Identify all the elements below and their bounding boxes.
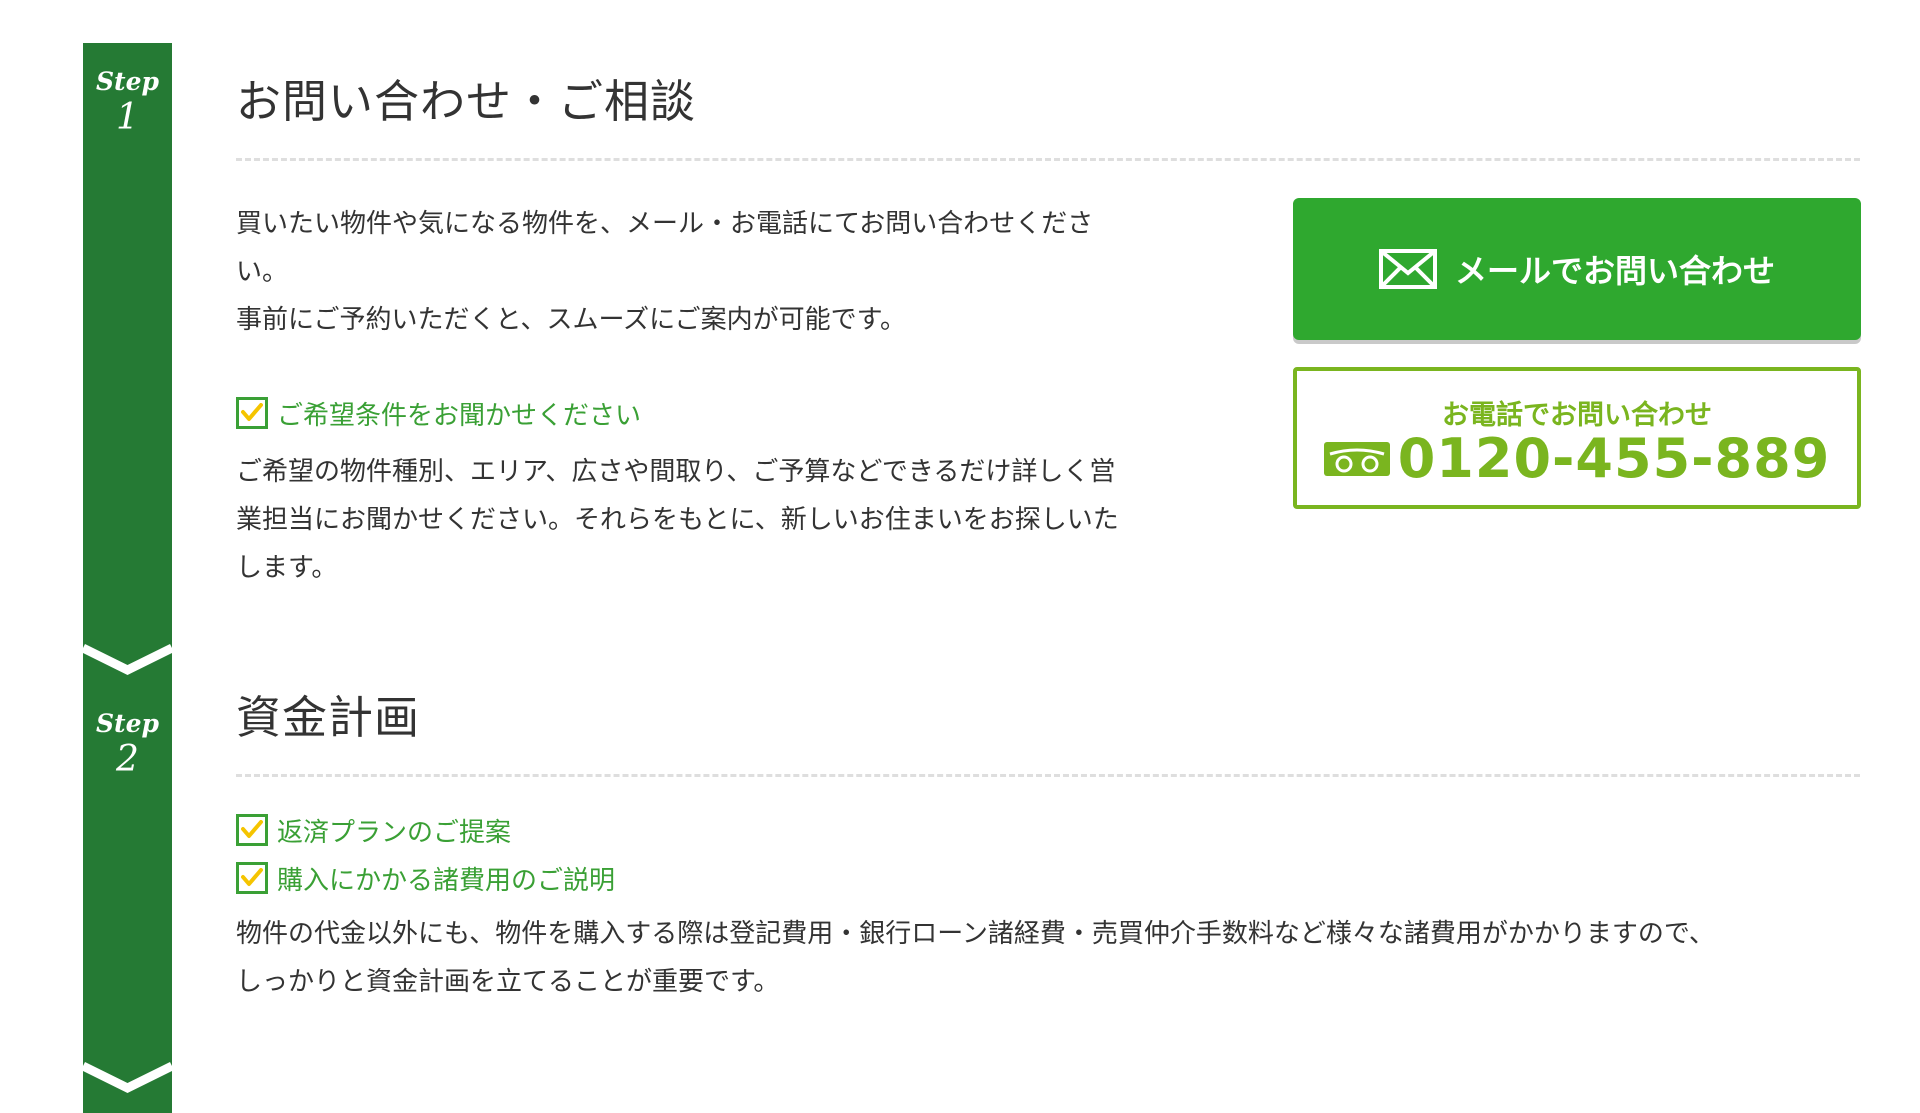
freedial-icon (1323, 441, 1390, 476)
intro-line: 買いたい物件や気になる物件を、メール・お電話にてお問い合わせくださ (236, 209, 1094, 239)
body-line: しっかりと資金計画を立てることが重要です。 (236, 967, 780, 997)
checkmark-icon (236, 814, 268, 846)
step-divider-chevron-icon (83, 1061, 172, 1094)
tel-contact-box[interactable]: お電話でお問い合わせ 0120-455-889 (1293, 367, 1861, 509)
step-1-title: お問い合わせ・ご相談 (236, 75, 697, 128)
check-item-label: ご希望条件をお聞かせください (277, 400, 642, 431)
check-item-label: 返済プランのご提案 (277, 817, 512, 848)
step-1-body: ご希望の物件種別、エリア、広さや間取り、ご予算などできるだけ詳しく営 業担当にお… (236, 448, 1119, 592)
title-divider (236, 158, 1860, 161)
tel-number[interactable]: 0120-455-889 (1398, 427, 1831, 490)
mail-contact-button[interactable]: メールでお問い合わせ (1293, 198, 1861, 340)
checkmark-icon (236, 862, 268, 894)
check-item: 購入にかかる諸費用のご説明 (236, 860, 615, 896)
body-line: します。 (236, 553, 338, 583)
step-number: 1 (116, 97, 139, 138)
intro-line: い。 (236, 257, 289, 287)
checkmark-icon (236, 397, 268, 429)
body-line: ご希望の物件種別、エリア、広さや間取り、ご予算などできるだけ詳しく営 (236, 457, 1116, 487)
title-divider (236, 774, 1860, 777)
step-divider-chevron-icon (83, 643, 172, 676)
body-line: 業担当にお聞かせください。それらをもとに、新しいお住まいをお探しいた (236, 505, 1119, 535)
mail-contact-label: メールでお問い合わせ (1454, 252, 1775, 290)
step-2-label: Step 2 (83, 710, 172, 780)
step-2-title: 資金計画 (236, 691, 421, 744)
step-1-label: Step 1 (83, 68, 172, 138)
check-item: ご希望条件をお聞かせください (236, 395, 641, 431)
intro-line: 事前にご予約いただくと、スムーズにご案内が可能です。 (236, 305, 907, 335)
check-item-label: 購入にかかる諸費用のご説明 (277, 865, 616, 896)
step-2-body: 物件の代金以外にも、物件を購入する際は登記費用・銀行ローン諸経費・売買仲介手数料… (236, 910, 1715, 1006)
step-word: Step (96, 709, 159, 738)
body-line: 物件の代金以外にも、物件を購入する際は登記費用・銀行ローン諸経費・売買仲介手数料… (236, 919, 1715, 949)
step-1-intro: 買いたい物件や気になる物件を、メール・お電話にてお問い合わせくださ い。 事前に… (236, 200, 1093, 344)
check-item: 返済プランのご提案 (236, 812, 511, 848)
tel-number-row: 0120-455-889 (1297, 427, 1857, 490)
envelope-icon (1378, 249, 1437, 289)
step-word: Step (96, 67, 159, 96)
step-number: 2 (116, 739, 139, 780)
